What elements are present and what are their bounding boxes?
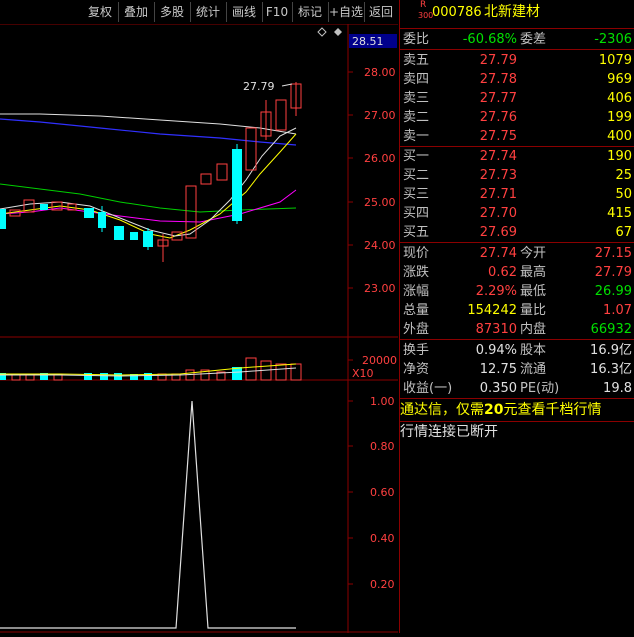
weicha-value: -2306 — [594, 32, 632, 47]
ask-row[interactable]: 卖二 27.76 199 — [400, 108, 634, 127]
bid-row[interactable]: 买五 27.69 67 — [400, 223, 634, 242]
fund-row: 净资 12.75 流通 16.3亿 — [403, 362, 632, 377]
bid-row[interactable]: 买四 27.70 415 — [400, 204, 634, 223]
price-tick-label: 23.00 — [364, 282, 396, 295]
ad-text: 元查看千档行情 — [503, 402, 602, 418]
kline-chart-svg: 28.00 27.00 26.00 25.00 24.00 23.00 28.5… — [0, 23, 398, 633]
ask-row[interactable]: 卖五 27.79 1079 — [400, 51, 634, 70]
bid-row[interactable]: 买一 27.74 190 — [400, 147, 634, 166]
volume-multiplier: X10 — [352, 367, 374, 380]
indicator-tick-label: 0.40 — [370, 532, 395, 545]
fund-row: 收益(一) 0.350 PE(动) 19.8 — [403, 381, 632, 396]
price-tick-label: 28.00 — [364, 66, 396, 79]
volume-tick-label: 20000 — [362, 354, 397, 367]
last-price-tag-text: 28.51 — [352, 35, 384, 48]
stat-row: 涨跌 0.62 最高 27.79 — [403, 265, 632, 280]
indicator-tick-label: 0.60 — [370, 486, 395, 499]
indicator-tick-label: 0.20 — [370, 578, 395, 591]
high-price-label: 27.79 — [243, 80, 275, 93]
r-badge: R — [420, 0, 427, 10]
chart-toolbar: 复权 叠加 多股 统计 画线 F10 标记 +自选 返回 — [0, 0, 398, 24]
price-tick-label: 25.00 — [364, 196, 396, 209]
ad-text: 通达信，仅需 — [400, 402, 484, 418]
ask-row[interactable]: 卖三 27.77 406 — [400, 89, 634, 108]
candlesticks — [0, 82, 302, 262]
bid-row[interactable]: 买三 27.71 50 — [400, 185, 634, 204]
indicator-tick-label: 1.00 — [370, 395, 395, 408]
back-button[interactable]: 返回 — [364, 2, 398, 22]
bid-row[interactable]: 买二 27.73 25 — [400, 166, 634, 185]
fuquan-button[interactable]: 复权 — [82, 2, 119, 22]
stat-row: 外盘 87310 内盘 66932 — [403, 322, 632, 337]
f10-button[interactable]: F10 — [262, 2, 293, 22]
moving-average-lines — [0, 113, 297, 239]
volume-bars — [0, 357, 302, 381]
diamond-icon[interactable] — [334, 28, 342, 36]
fund-row: 换手 0.94% 股本 16.9亿 — [403, 343, 632, 358]
price-tick-label: 26.00 — [364, 152, 396, 165]
price-axis: 28.00 27.00 26.00 25.00 24.00 23.00 — [348, 66, 396, 295]
quote-panel: R 300 000786 北新建材 委比 -60.68% 委差 -2306 卖五… — [399, 0, 634, 633]
ad-price: 20 — [484, 402, 504, 418]
ask-row[interactable]: 卖一 27.75 400 — [400, 127, 634, 146]
price-tick-label: 27.00 — [364, 109, 396, 122]
stat-row: 涨幅 2.29% 最低 26.99 — [403, 284, 632, 299]
draw-line-button[interactable]: 画线 — [226, 2, 263, 22]
stat-row: 现价 27.74 今开 27.15 — [403, 246, 632, 261]
weibi-value: -60.68% — [462, 32, 517, 47]
connection-status: 行情连接已断开 — [400, 424, 498, 440]
statistics-button[interactable]: 统计 — [190, 2, 227, 22]
price-tick-label: 24.00 — [364, 239, 396, 252]
diamond-icon[interactable] — [317, 27, 327, 37]
weibi-row: 委比 -60.68% 委差 -2306 — [403, 32, 632, 47]
multi-stock-button[interactable]: 多股 — [154, 2, 191, 22]
mark-button[interactable]: 标记 — [292, 2, 329, 22]
indicator-line — [0, 400, 296, 629]
indicator-tick-label: 0.80 — [370, 440, 395, 453]
kline-chart-area[interactable]: 28.00 27.00 26.00 25.00 24.00 23.00 28.5… — [0, 23, 398, 633]
r-badge-number: 300 — [418, 11, 434, 20]
add-watchlist-button[interactable]: +自选 — [328, 2, 365, 22]
overlay-button[interactable]: 叠加 — [118, 2, 155, 22]
indicator-axis: 1.00 0.80 0.60 0.40 0.20 — [348, 395, 395, 591]
stock-name: 北新建材 — [484, 4, 540, 20]
ask-row[interactable]: 卖四 27.78 969 — [400, 70, 634, 89]
stat-row: 总量 154242 量比 1.07 — [403, 303, 632, 318]
stock-header: R 300 000786 北新建材 — [400, 0, 634, 25]
stock-code: 000786 — [432, 5, 482, 20]
upgrade-ad-link[interactable]: 通达信，仅需20元查看千档行情 — [400, 399, 634, 421]
